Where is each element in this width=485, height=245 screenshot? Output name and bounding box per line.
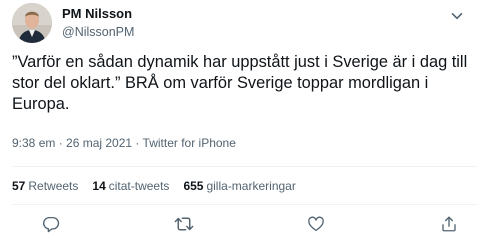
author-names: PM Nilsson @NilssonPM bbox=[62, 5, 134, 41]
meta-separator: · bbox=[55, 136, 67, 150]
tweet-header: PM Nilsson @NilssonPM bbox=[12, 3, 134, 43]
retweet-button[interactable] bbox=[173, 213, 195, 235]
likes-label: gilla-markeringar bbox=[206, 178, 296, 193]
engagement-stats: 57 Retweets 14 citat-tweets 655 gilla-marke… bbox=[12, 167, 310, 204]
tweet-time[interactable]: 9:38 em bbox=[12, 136, 55, 150]
quotes-count: 14 bbox=[92, 178, 106, 193]
author-display-name[interactable]: PM Nilsson bbox=[62, 5, 134, 23]
tweet-metadata: 9:38 em · 26 maj 2021 · Twitter for iPho… bbox=[12, 136, 236, 150]
likes-count: 655 bbox=[183, 178, 204, 193]
meta-separator-2: · bbox=[132, 136, 143, 150]
retweets-stat[interactable]: 57 Retweets bbox=[12, 179, 78, 193]
action-bar bbox=[40, 206, 460, 242]
share-icon bbox=[440, 215, 458, 233]
quotes-stat[interactable]: 14 citat-tweets bbox=[92, 179, 169, 193]
retweets-label: Retweets bbox=[28, 178, 79, 193]
tweet-card: PM Nilsson @NilssonPM ”Varför en sådan d… bbox=[0, 0, 485, 245]
reply-button[interactable] bbox=[40, 213, 62, 235]
heart-icon bbox=[307, 215, 325, 233]
quotes-label: citat-tweets bbox=[108, 178, 170, 193]
author-handle[interactable]: @NilssonPM bbox=[62, 23, 134, 41]
share-button[interactable] bbox=[438, 213, 460, 235]
avatar[interactable] bbox=[12, 3, 52, 43]
divider-bottom bbox=[12, 204, 477, 205]
reply-icon bbox=[42, 215, 60, 233]
retweets-count: 57 bbox=[12, 178, 26, 193]
tweet-date[interactable]: 26 maj 2021 bbox=[66, 136, 132, 150]
chevron-down-icon[interactable] bbox=[449, 8, 465, 24]
like-button[interactable] bbox=[305, 213, 327, 235]
likes-stat[interactable]: 655 gilla-markeringar bbox=[183, 179, 295, 193]
tweet-text: ”Varför en sådan dynamik har uppstått ju… bbox=[12, 53, 468, 113]
retweet-icon bbox=[174, 215, 194, 233]
tweet-source[interactable]: Twitter for iPhone bbox=[143, 136, 236, 150]
